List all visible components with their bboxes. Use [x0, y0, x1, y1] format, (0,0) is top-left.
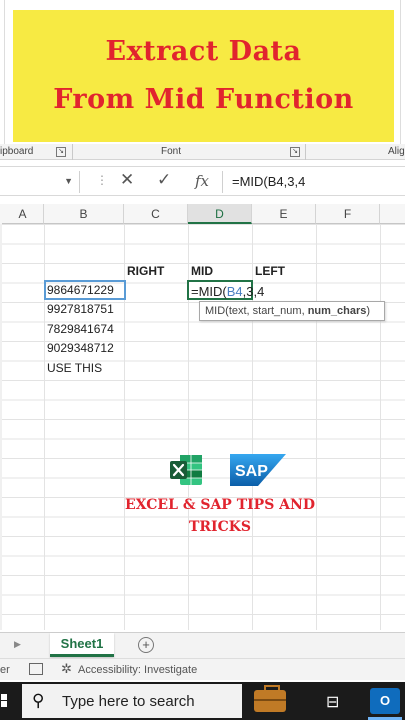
scroll-tabs-right-icon[interactable]: ▶ — [14, 639, 21, 650]
formula-bar: ▼ ⋮ ✕ ✓ fx =MID(B4,3,4 — [0, 166, 405, 196]
column-header-d[interactable]: D — [188, 204, 252, 224]
formula-bar-grip-icon: ⋮ — [96, 173, 108, 187]
cell-b7[interactable]: 9029348712 — [47, 339, 114, 358]
column-header-b[interactable]: B — [44, 204, 124, 224]
formula-cell-reference: B4 — [226, 284, 243, 299]
sap-logo-icon: SAP — [230, 454, 286, 486]
task-view-icon[interactable]: ⊟ — [326, 692, 339, 712]
ribbon-separator — [305, 144, 306, 160]
search-icon: ⚲ — [32, 691, 45, 710]
grid-line — [316, 224, 317, 630]
insert-function-icon[interactable]: fx — [195, 172, 209, 190]
column-header-c[interactable]: C — [124, 204, 188, 224]
font-launcher-icon[interactable]: ↘ — [290, 147, 300, 157]
clipboard-group-label: ipboard — [0, 146, 34, 157]
taskbar-search-box[interactable]: ⚲ Type here to search — [22, 684, 242, 718]
windows-taskbar: ⚲ Type here to search ⊟ O — [0, 682, 405, 720]
alignment-group-label: Alig — [388, 146, 405, 157]
status-ready-text: er — [0, 664, 10, 676]
title-banner: Extract Data From Mid Function — [4, 0, 401, 144]
accessibility-icon[interactable]: ✲ — [61, 661, 72, 677]
chevron-down-icon[interactable]: ▼ — [64, 176, 73, 186]
add-sheet-icon[interactable]: + — [138, 637, 154, 653]
font-group-label: Font — [161, 146, 182, 157]
name-box[interactable]: ▼ — [0, 171, 80, 193]
tooltip-signature: MID(text, start_num, — [205, 305, 308, 317]
sheet-tab-bar: ▶ Sheet1 + — [0, 632, 405, 658]
tooltip-close-paren: ) — [366, 305, 371, 317]
row-header-strip[interactable] — [0, 224, 2, 630]
excel-logo-icon — [170, 455, 202, 485]
promo-logos: SAP — [168, 450, 286, 490]
search-placeholder: Type here to search — [62, 693, 195, 710]
outlook-app-icon[interactable]: O — [370, 688, 400, 714]
column-header-a[interactable]: A — [2, 204, 44, 224]
sheet-tab-sheet1[interactable]: Sheet1 — [50, 633, 114, 657]
cell-b5[interactable]: 9927818751 — [47, 300, 114, 319]
banner-title-line-1: Extract Data — [105, 36, 302, 67]
briefcase-app-icon[interactable] — [254, 685, 286, 712]
macro-recording-icon[interactable] — [29, 663, 43, 675]
cell-d3-mid-header[interactable]: MID — [191, 262, 213, 281]
function-argument-tooltip[interactable]: MID(text, start_num, num_chars) — [199, 301, 385, 321]
cell-b8[interactable]: USE THIS — [47, 359, 102, 378]
column-header-f[interactable]: F — [316, 204, 380, 224]
enter-check-icon[interactable]: ✓ — [157, 170, 171, 190]
promo-line-2: TRICKS — [188, 519, 252, 535]
formula-prefix: =MID( — [191, 284, 227, 299]
status-bar: er ✲ Accessibility: Investigate — [0, 658, 405, 680]
accessibility-status[interactable]: Accessibility: Investigate — [78, 664, 197, 676]
tooltip-current-argument: num_chars — [307, 305, 367, 317]
referenced-range-highlight — [44, 280, 126, 300]
formula-suffix: ,3,4 — [242, 284, 265, 299]
column-header-e[interactable]: E — [252, 204, 316, 224]
cell-e3-left-header[interactable]: LEFT — [255, 262, 285, 281]
grid-line — [380, 224, 381, 630]
column-header-g[interactable] — [380, 204, 405, 224]
cell-edit-text[interactable]: =MID(B4,3,4 — [191, 282, 264, 301]
ribbon-group-labels: ipboard ↘ Font ↘ Alig — [0, 144, 405, 160]
cancel-icon[interactable]: ✕ — [120, 170, 134, 190]
cell-c3-right-header[interactable]: RIGHT — [127, 262, 164, 281]
active-cell-d4[interactable]: =MID(B4,3,4 — [187, 280, 264, 300]
banner-title-line-2: From Mid Function — [53, 84, 354, 115]
cell-b6[interactable]: 7829841674 — [47, 320, 114, 339]
ribbon-separator — [72, 144, 73, 160]
formula-input[interactable]: =MID(B4,3,4 — [232, 174, 305, 189]
sap-logo-text: SAP — [235, 463, 268, 480]
clipboard-launcher-icon[interactable]: ↘ — [56, 147, 66, 157]
windows-start-icon[interactable] — [0, 694, 8, 708]
title-banner-panel: Extract Data From Mid Function — [13, 10, 394, 142]
formula-bar-divider — [222, 171, 223, 193]
promo-line-1: EXCEL & SAP TIPS AND — [125, 497, 315, 513]
promo-caption: EXCEL & SAP TIPS AND TRICKS — [120, 494, 320, 538]
